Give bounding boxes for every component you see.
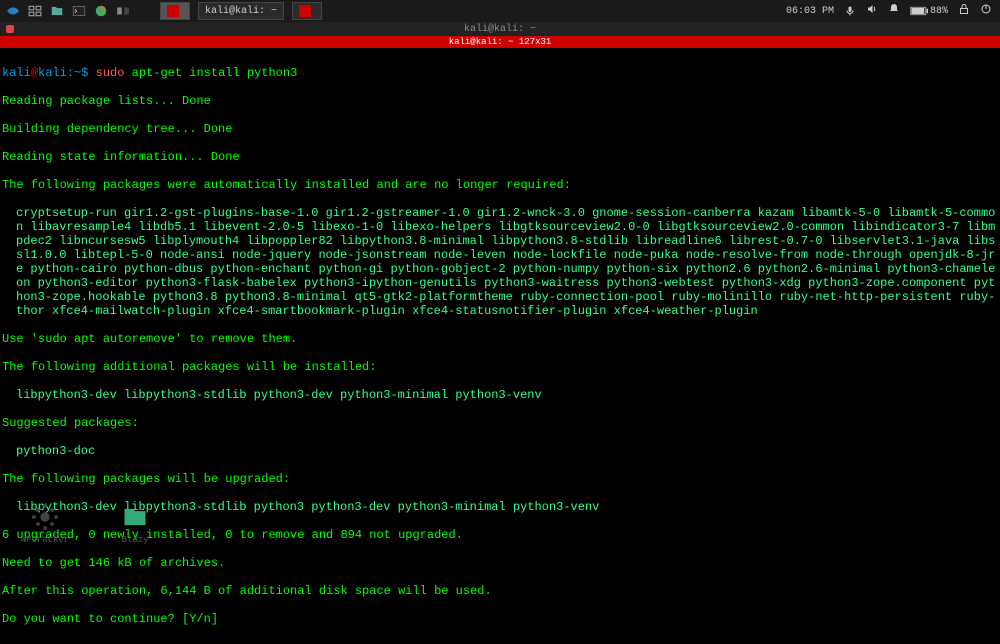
output-line: Reading package lists... Done — [2, 94, 998, 108]
prompt-path: :~ — [67, 66, 81, 80]
kali-menu-icon[interactable] — [4, 2, 22, 20]
files-icon[interactable] — [48, 2, 66, 20]
prompt-at: @ — [31, 66, 38, 80]
output-line: The following additional packages will b… — [2, 360, 998, 374]
mic-icon[interactable] — [844, 5, 856, 17]
package-list: python3-doc — [2, 444, 998, 458]
prompt-user: kali — [2, 66, 31, 80]
output-prompt-yn: Do you want to continue? [Y/n] — [2, 612, 998, 626]
window-title: kali@kali: ~ — [464, 24, 536, 35]
taskbar: kali@kali: ~ 06:03 PM 88% — [0, 0, 1000, 22]
output-line: The following packages were automaticall… — [2, 178, 998, 192]
prompt-line: kali@kali:~$ sudo apt-get install python… — [2, 66, 998, 80]
window-list-icon[interactable] — [26, 2, 44, 20]
clock[interactable]: 06:03 PM — [786, 6, 834, 17]
output-line: Building dependency tree... Done — [2, 122, 998, 136]
task-item-2[interactable]: kali@kali: ~ — [198, 2, 284, 20]
desktop-icon-wpcracker[interactable]: WPCracker — [20, 502, 70, 545]
notification-icon[interactable] — [888, 3, 900, 19]
output-line: Reading state information... Done — [2, 150, 998, 164]
gear-icon — [30, 502, 60, 532]
task-item-3[interactable] — [292, 2, 322, 20]
package-list: cryptsetup-run gir1.2-gst-plugins-base-1… — [2, 206, 998, 318]
battery-icon[interactable]: 88% — [910, 6, 948, 17]
task-item-label: kali@kali: ~ — [205, 6, 277, 17]
output-line: Suggested packages: — [2, 416, 998, 430]
folder-icon — [120, 502, 150, 532]
terminal-launcher-icon[interactable] — [70, 2, 88, 20]
prompt-host: kali — [38, 66, 67, 80]
task-item-1[interactable] — [160, 2, 190, 20]
tab-title: kali@kali: ~ 127x31 — [449, 37, 552, 47]
workspace-switcher-icon[interactable] — [114, 2, 132, 20]
output-line: After this operation, 6,144 B of additio… — [2, 584, 998, 598]
output-line: Need to get 146 kB of archives. — [2, 556, 998, 570]
cmd-sudo: sudo — [96, 66, 125, 80]
lock-icon[interactable] — [958, 3, 970, 19]
package-list: libpython3-dev libpython3-stdlib python3… — [2, 388, 998, 402]
battery-percent: 88% — [930, 6, 948, 17]
taskbar-right: 06:03 PM 88% — [786, 3, 1000, 19]
taskbar-left: kali@kali: ~ — [0, 2, 326, 20]
volume-icon[interactable] — [866, 3, 878, 19]
desktop-icon-blazy[interactable]: Blazy — [110, 502, 160, 545]
cmd-text: apt-get install python3 — [124, 66, 297, 80]
desktop-icon-label: WPCracker — [21, 535, 70, 545]
power-icon[interactable] — [980, 3, 992, 19]
desktop-icons: WPCracker Blazy — [20, 502, 160, 545]
terminal-tab[interactable]: kali@kali: ~ 127x31 — [0, 36, 1000, 48]
close-icon[interactable] — [6, 25, 14, 33]
window-titlebar[interactable]: kali@kali: ~ — [0, 22, 1000, 36]
firefox-icon[interactable] — [92, 2, 110, 20]
output-line: Use 'sudo apt autoremove' to remove them… — [2, 332, 998, 346]
terminal-output[interactable]: kali@kali:~$ sudo apt-get install python… — [0, 48, 1000, 644]
desktop-icon-label: Blazy — [121, 535, 148, 545]
output-line: The following packages will be upgraded: — [2, 472, 998, 486]
prompt-symbol: $ — [81, 66, 95, 80]
